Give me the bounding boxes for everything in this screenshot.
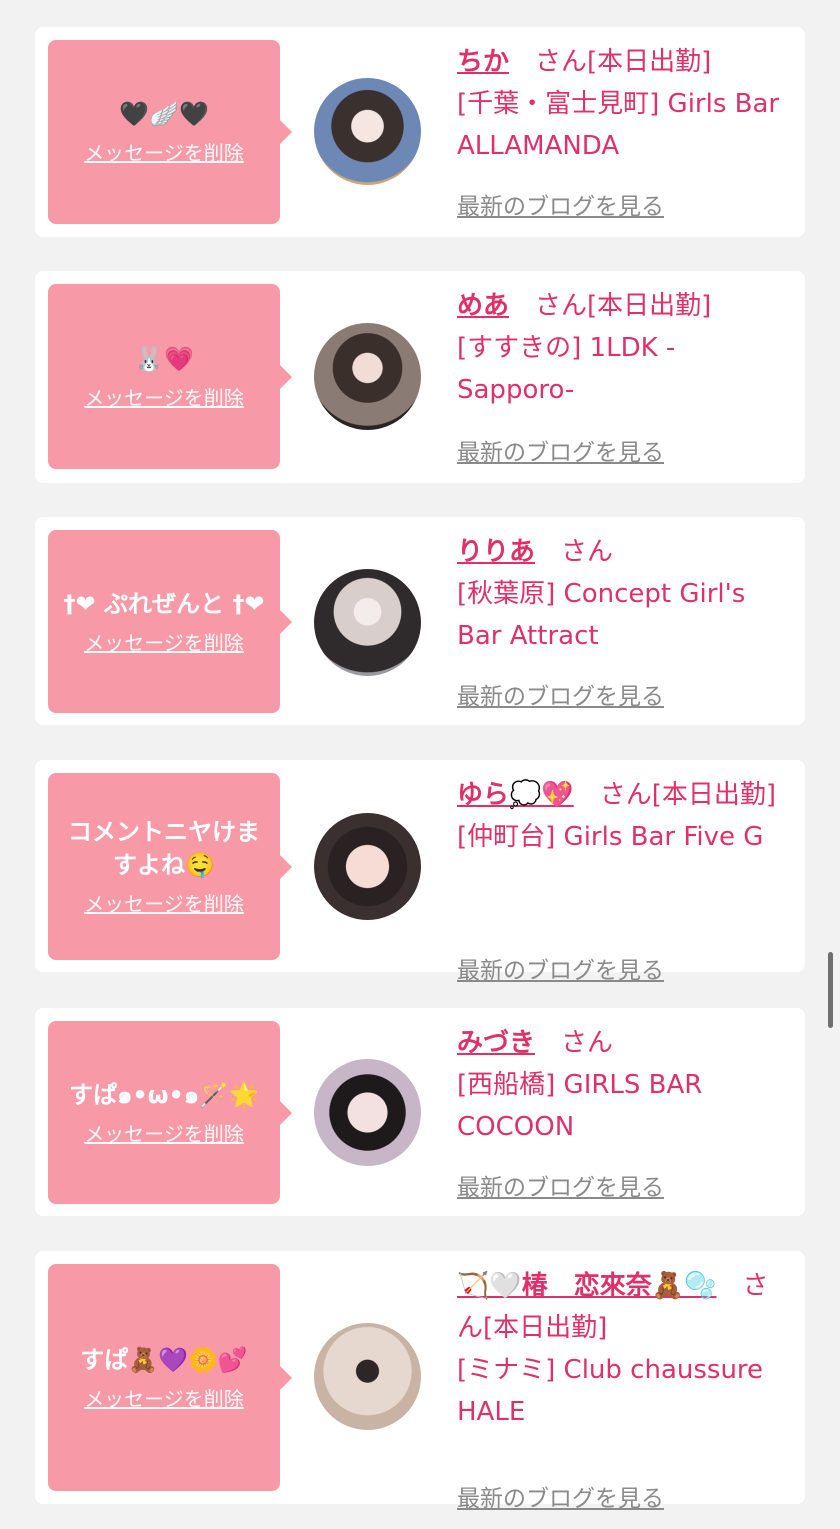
user-name-link[interactable]: みづき	[457, 1028, 535, 1058]
message-text: 🖤🪽🖤	[119, 100, 209, 128]
message-text: 🐰💗	[134, 344, 194, 373]
message-text: すぱ🧸💜🌼💕	[80, 1345, 248, 1374]
avatar[interactable]	[314, 813, 421, 920]
list-item: †❤ ぷれぜんと †❤ メッセージを削除 りりあ さん [秋葉原] Concep…	[35, 517, 805, 725]
list-item: すぱ🧸💜🌼💕 メッセージを削除 🏹🤍椿 恋來奈🧸🫧 さん[本日出勤] [ミナミ]…	[35, 1251, 805, 1512]
delete-message-link[interactable]: メッセージを削除	[84, 382, 244, 411]
message-bubble: 🖤🪽🖤 メッセージを削除	[48, 40, 292, 224]
shop-name: [秋葉原] Concept Girl's Bar Attract	[457, 579, 746, 651]
message-text: すぱ๑•ω•๑🪄🌟	[69, 1080, 259, 1109]
user-status: さん[本日出勤]	[573, 780, 777, 810]
shop-name: [すすきの] 1LDK -Sapporo-	[457, 333, 676, 405]
user-name-link[interactable]: 🏹🤍椿 恋來奈🧸🫧	[457, 1271, 717, 1301]
message-bubble: 🐰💗 メッセージを削除	[48, 284, 292, 469]
latest-blog-link[interactable]: 最新のブログを見る	[457, 187, 664, 221]
list-item: コメントニヤけますよね🤤 メッセージを削除 ゆら💭💖 さん[本日出勤] [仲町台…	[35, 760, 805, 984]
user-info: ゆら💭💖 さん[本日出勤] [仲町台] Girls Bar Five G	[457, 774, 792, 858]
delete-message-link[interactable]: メッセージを削除	[84, 627, 244, 656]
latest-blog-link[interactable]: 最新のブログを見る	[457, 1479, 664, 1513]
avatar[interactable]	[314, 323, 421, 430]
delete-message-link[interactable]: メッセージを削除	[84, 137, 244, 166]
shop-name: [ミナミ] Club chaussure HALE	[457, 1355, 764, 1427]
user-name-link[interactable]: ちか	[457, 47, 509, 77]
shop-name: [仲町台] Girls Bar Five G	[457, 822, 764, 852]
delete-message-link[interactable]: メッセージを削除	[84, 888, 244, 917]
message-bubble: †❤ ぷれぜんと †❤ メッセージを削除	[48, 530, 292, 713]
latest-blog-link[interactable]: 最新のブログを見る	[457, 433, 664, 467]
user-info: 🏹🤍椿 恋來奈🧸🫧 さん[本日出勤] [ミナミ] Club chaussure …	[457, 1265, 792, 1433]
user-name-link[interactable]: めあ	[457, 291, 509, 321]
list-item: 🖤🪽🖤 メッセージを削除 ちか さん[本日出勤] [千葉・富士見町] Girls…	[35, 27, 805, 237]
list-item: すぱ๑•ω•๑🪄🌟 メッセージを削除 みづき さん [西船橋] GIRLS BA…	[35, 1008, 805, 1216]
user-status: さん[本日出勤]	[509, 47, 712, 77]
message-text: †❤ ぷれぜんと †❤	[63, 589, 265, 618]
user-status: さん[本日出勤]	[509, 291, 712, 321]
user-status: さん	[535, 1028, 614, 1058]
avatar[interactable]	[314, 1323, 421, 1430]
latest-blog-link[interactable]: 最新のブログを見る	[457, 1168, 664, 1202]
avatar[interactable]	[314, 78, 421, 185]
user-name-link[interactable]: りりあ	[457, 537, 535, 567]
message-bubble: すぱ🧸💜🌼💕 メッセージを削除	[48, 1264, 292, 1491]
message-bubble: コメントニヤけますよね🤤 メッセージを削除	[48, 773, 292, 960]
delete-message-link[interactable]: メッセージを削除	[84, 1383, 244, 1412]
list-item: 🐰💗 メッセージを削除 めあ さん[本日出勤] [すすきの] 1LDK -Sap…	[35, 271, 805, 483]
message-bubble: すぱ๑•ω•๑🪄🌟 メッセージを削除	[48, 1021, 292, 1204]
message-text: コメントニヤけますよね🤤	[68, 818, 260, 879]
scrollbar[interactable]	[828, 952, 833, 1028]
user-info: めあ さん[本日出勤] [すすきの] 1LDK -Sapporo-	[457, 285, 792, 411]
avatar[interactable]	[314, 569, 421, 676]
user-info: りりあ さん [秋葉原] Concept Girl's Bar Attract	[457, 531, 792, 657]
user-status: さん	[535, 537, 614, 567]
user-name-link[interactable]: ゆら💭💖	[457, 780, 574, 810]
user-info: みづき さん [西船橋] GIRLS BAR COCOON	[457, 1022, 792, 1148]
avatar[interactable]	[314, 1059, 421, 1166]
shop-name: [千葉・富士見町] Girls Bar ALLAMANDA	[457, 89, 780, 161]
delete-message-link[interactable]: メッセージを削除	[84, 1118, 244, 1147]
latest-blog-link[interactable]: 最新のブログを見る	[457, 677, 664, 711]
shop-name: [西船橋] GIRLS BAR COCOON	[457, 1070, 703, 1142]
user-info: ちか さん[本日出勤] [千葉・富士見町] Girls Bar ALLAMAND…	[457, 41, 792, 167]
latest-blog-link[interactable]: 最新のブログを見る	[457, 951, 664, 985]
